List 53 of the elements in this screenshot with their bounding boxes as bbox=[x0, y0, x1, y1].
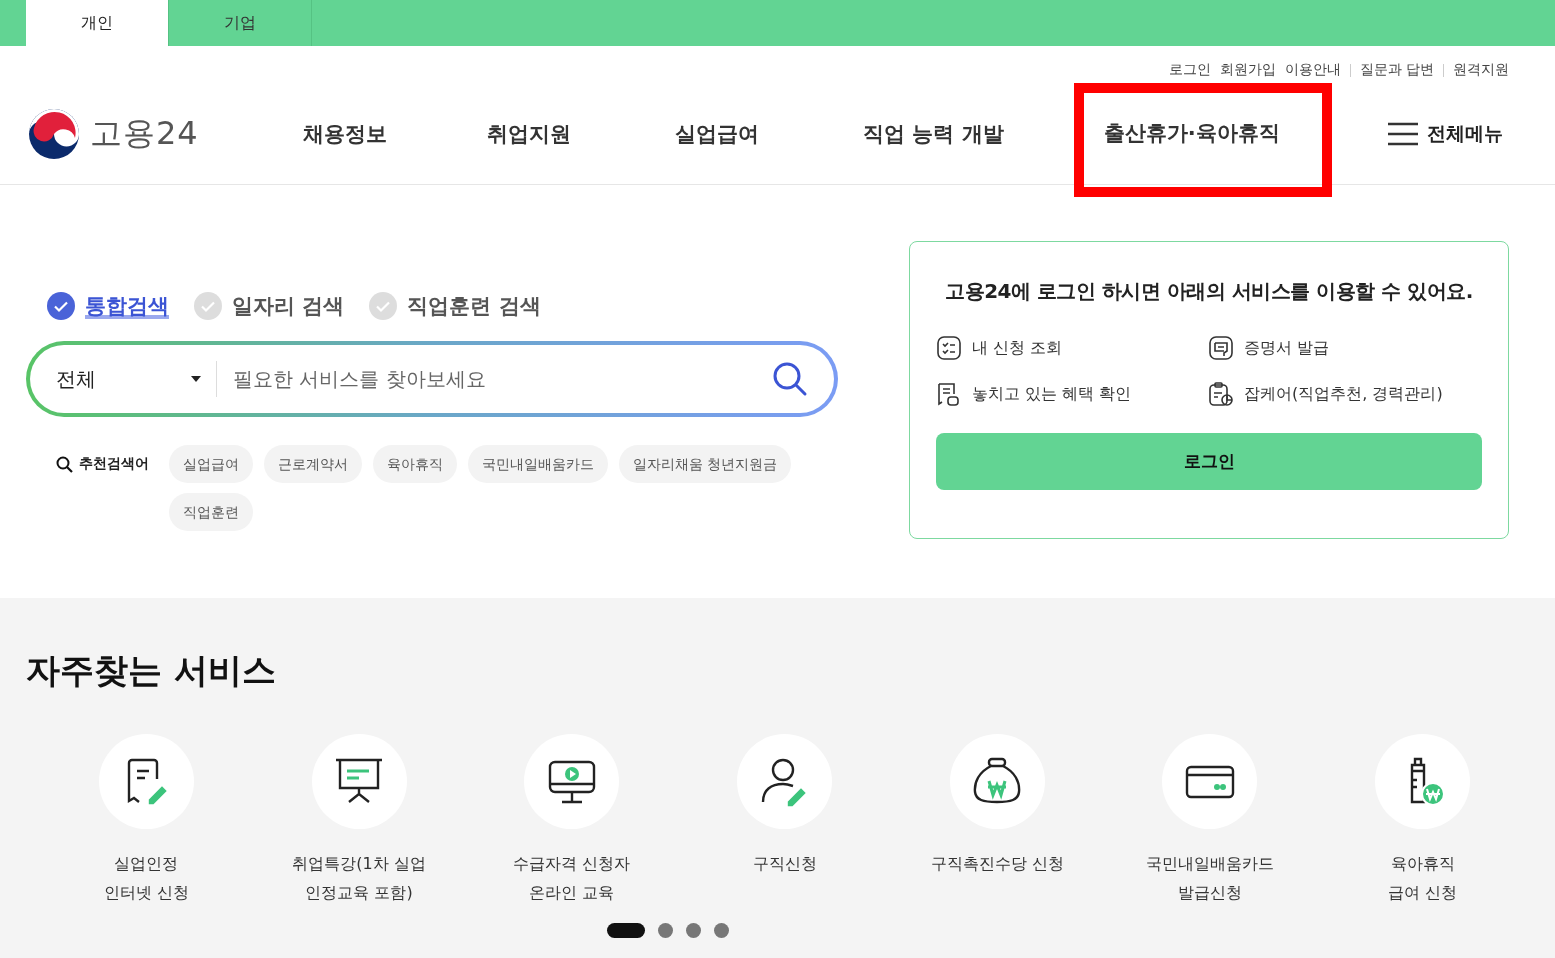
menu-icon bbox=[1387, 122, 1419, 146]
keyword-chip[interactable]: 일자리채움 청년지원금 bbox=[619, 445, 792, 483]
service-label[interactable]: 실업인정 인터넷 신청 bbox=[103, 849, 189, 907]
certificate-icon bbox=[1208, 335, 1234, 361]
service-link[interactable]: 내 신청 조회 bbox=[972, 337, 1063, 359]
logo-text: 고용24 bbox=[90, 113, 199, 154]
service-label[interactable]: 육아휴직 급여 신청 bbox=[1388, 849, 1458, 907]
nav-link[interactable]: 취업지원 bbox=[487, 120, 571, 148]
checklist-icon bbox=[936, 335, 962, 361]
member-tab[interactable]: 개인 bbox=[26, 0, 169, 46]
keyword-chip[interactable]: 직업훈련 bbox=[169, 493, 253, 531]
keyword-chip[interactable]: 근로계약서 bbox=[264, 445, 362, 483]
recommended-label: 추천검색어 bbox=[79, 455, 149, 473]
search-type-tab[interactable]: 통합검색 bbox=[46, 291, 169, 321]
nav-link[interactable]: 채용정보 bbox=[303, 120, 387, 148]
pager-dot[interactable] bbox=[713, 923, 729, 938]
service-label[interactable]: 취업특강(1차 실업 인정교육 포함) bbox=[292, 849, 426, 907]
keyword-chip[interactable]: 실업급여 bbox=[169, 445, 253, 483]
search-icon[interactable] bbox=[772, 361, 808, 397]
check-circle-icon bbox=[46, 291, 76, 321]
utility-link[interactable]: 이용안내 bbox=[1284, 61, 1341, 79]
search-icon bbox=[56, 455, 73, 473]
service-label[interactable]: 수급자격 신청자 온라인 교육 bbox=[513, 849, 631, 907]
receipt-icon bbox=[936, 381, 962, 407]
search-type-tab[interactable]: 일자리 검색 bbox=[193, 291, 345, 321]
service-link[interactable]: 잡케어(직업추천, 경력관리) bbox=[1244, 383, 1443, 405]
service-link[interactable]: 증명서 발급 bbox=[1244, 337, 1330, 359]
pager-dot[interactable] bbox=[685, 923, 701, 938]
keyword-chip[interactable]: 육아휴직 bbox=[373, 445, 457, 483]
login-button[interactable]: 로그인 bbox=[936, 433, 1482, 490]
utility-link[interactable]: 원격지원 bbox=[1453, 61, 1509, 79]
search-type-tab[interactable]: 직업훈련 검색 bbox=[368, 291, 541, 321]
all-menu-button[interactable]: 전체메뉴 bbox=[1381, 120, 1509, 148]
clipboard-chart-icon bbox=[1208, 381, 1234, 407]
check-circle-icon bbox=[193, 291, 223, 321]
section-title: 자주찾는 서비스 bbox=[26, 649, 277, 692]
search-bar[interactable]: 전체 필요한 서비스를 찾아보세요 bbox=[26, 341, 838, 417]
service-label[interactable]: 국민내일배움카드 발급신청 bbox=[1145, 849, 1274, 907]
pager-dot[interactable] bbox=[657, 923, 673, 938]
utility-link[interactable]: 로그인 bbox=[1168, 61, 1211, 79]
service-label[interactable]: 구직신청 bbox=[752, 849, 817, 878]
nav-link[interactable]: 직업 능력 개발 bbox=[863, 120, 1004, 148]
nav-link[interactable]: 실업급여 bbox=[675, 120, 759, 148]
dropdown-caret-icon bbox=[190, 375, 202, 383]
keyword-chip[interactable]: 국민내일배움카드 bbox=[468, 445, 608, 483]
nav-link[interactable]: 출산휴가·육아휴직 bbox=[1073, 83, 1332, 197]
check-circle-icon bbox=[368, 291, 399, 321]
taegeuk-logo-icon bbox=[28, 108, 80, 160]
utility-link[interactable]: 회원가입 bbox=[1219, 61, 1276, 79]
service-link[interactable]: 놓치고 있는 혜택 확인 bbox=[972, 383, 1132, 405]
service-label[interactable]: 구직촉진수당 신청 bbox=[930, 849, 1064, 878]
utility-link[interactable]: 질문과 답변 bbox=[1359, 61, 1434, 79]
login-message: 고용24에 로그인 하시면 아래의 서비스를 이용할 수 있어요. bbox=[944, 278, 1474, 305]
